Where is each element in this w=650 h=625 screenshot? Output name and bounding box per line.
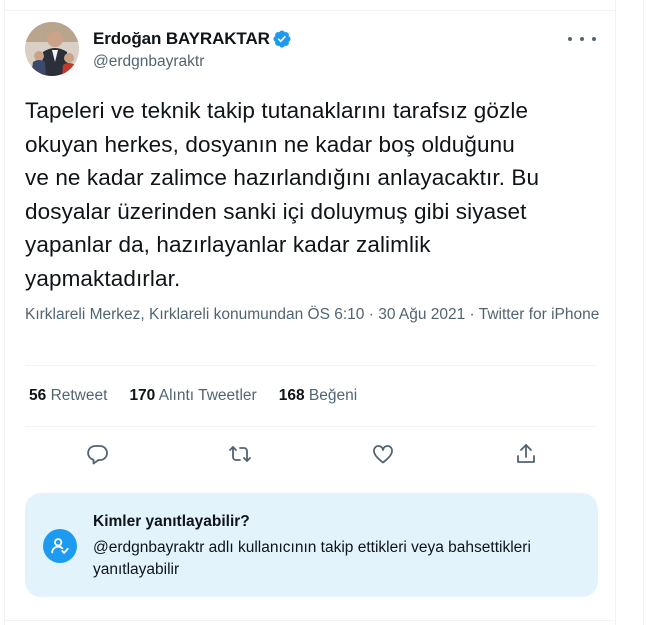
tweet-text: Tapeleri ve teknik takip tutanaklarını t… bbox=[25, 98, 540, 291]
like-stat[interactable]: 168 Beğeni bbox=[279, 387, 357, 405]
tweet-detail: Erdoğan BAYRAKTAR @erdgnbayraktr Tapeler… bbox=[4, 0, 616, 625]
author-name[interactable]: Erdoğan BAYRAKTAR bbox=[93, 29, 270, 49]
avatar[interactable] bbox=[25, 22, 79, 76]
share-icon[interactable] bbox=[512, 440, 540, 468]
tweet-metadata: Kırklareli Merkez, Kırklareli konumundan… bbox=[25, 306, 600, 323]
heart-icon[interactable] bbox=[369, 440, 397, 468]
quote-stat[interactable]: 170 Alıntı Tweetler bbox=[129, 387, 256, 405]
quote-count: 170 bbox=[129, 387, 156, 404]
author-handle[interactable]: @erdgnbayraktr bbox=[93, 53, 204, 71]
reply-restriction-description: @erdgnbayraktr adlı kullanıcının takip e… bbox=[93, 539, 531, 578]
divider bbox=[25, 365, 597, 366]
mention-person-icon bbox=[43, 529, 77, 563]
sidebar-edge bbox=[643, 0, 650, 625]
retweet-stat[interactable]: 56 Retweet bbox=[29, 387, 107, 405]
more-icon[interactable] bbox=[568, 28, 596, 50]
reply-icon[interactable] bbox=[84, 440, 112, 468]
verified-badge-icon bbox=[272, 29, 292, 49]
reply-restriction-title: Kimler yanıtlayabilir? bbox=[93, 513, 250, 530]
quote-label: Alıntı Tweetler bbox=[158, 387, 257, 404]
divider bbox=[5, 620, 615, 621]
retweet-icon[interactable] bbox=[226, 440, 254, 468]
like-label: Beğeni bbox=[308, 387, 358, 404]
engagement-stats: 56 Retweet 170 Alıntı Tweetler 168 Beğen… bbox=[29, 387, 357, 405]
like-count: 168 bbox=[278, 387, 305, 404]
retweet-count: 56 bbox=[29, 387, 47, 404]
reply-restriction-notice: Kimler yanıtlayabilir? @erdgnbayraktr ad… bbox=[25, 493, 598, 597]
divider bbox=[25, 426, 597, 427]
divider bbox=[5, 10, 615, 11]
retweet-label: Retweet bbox=[50, 387, 108, 404]
